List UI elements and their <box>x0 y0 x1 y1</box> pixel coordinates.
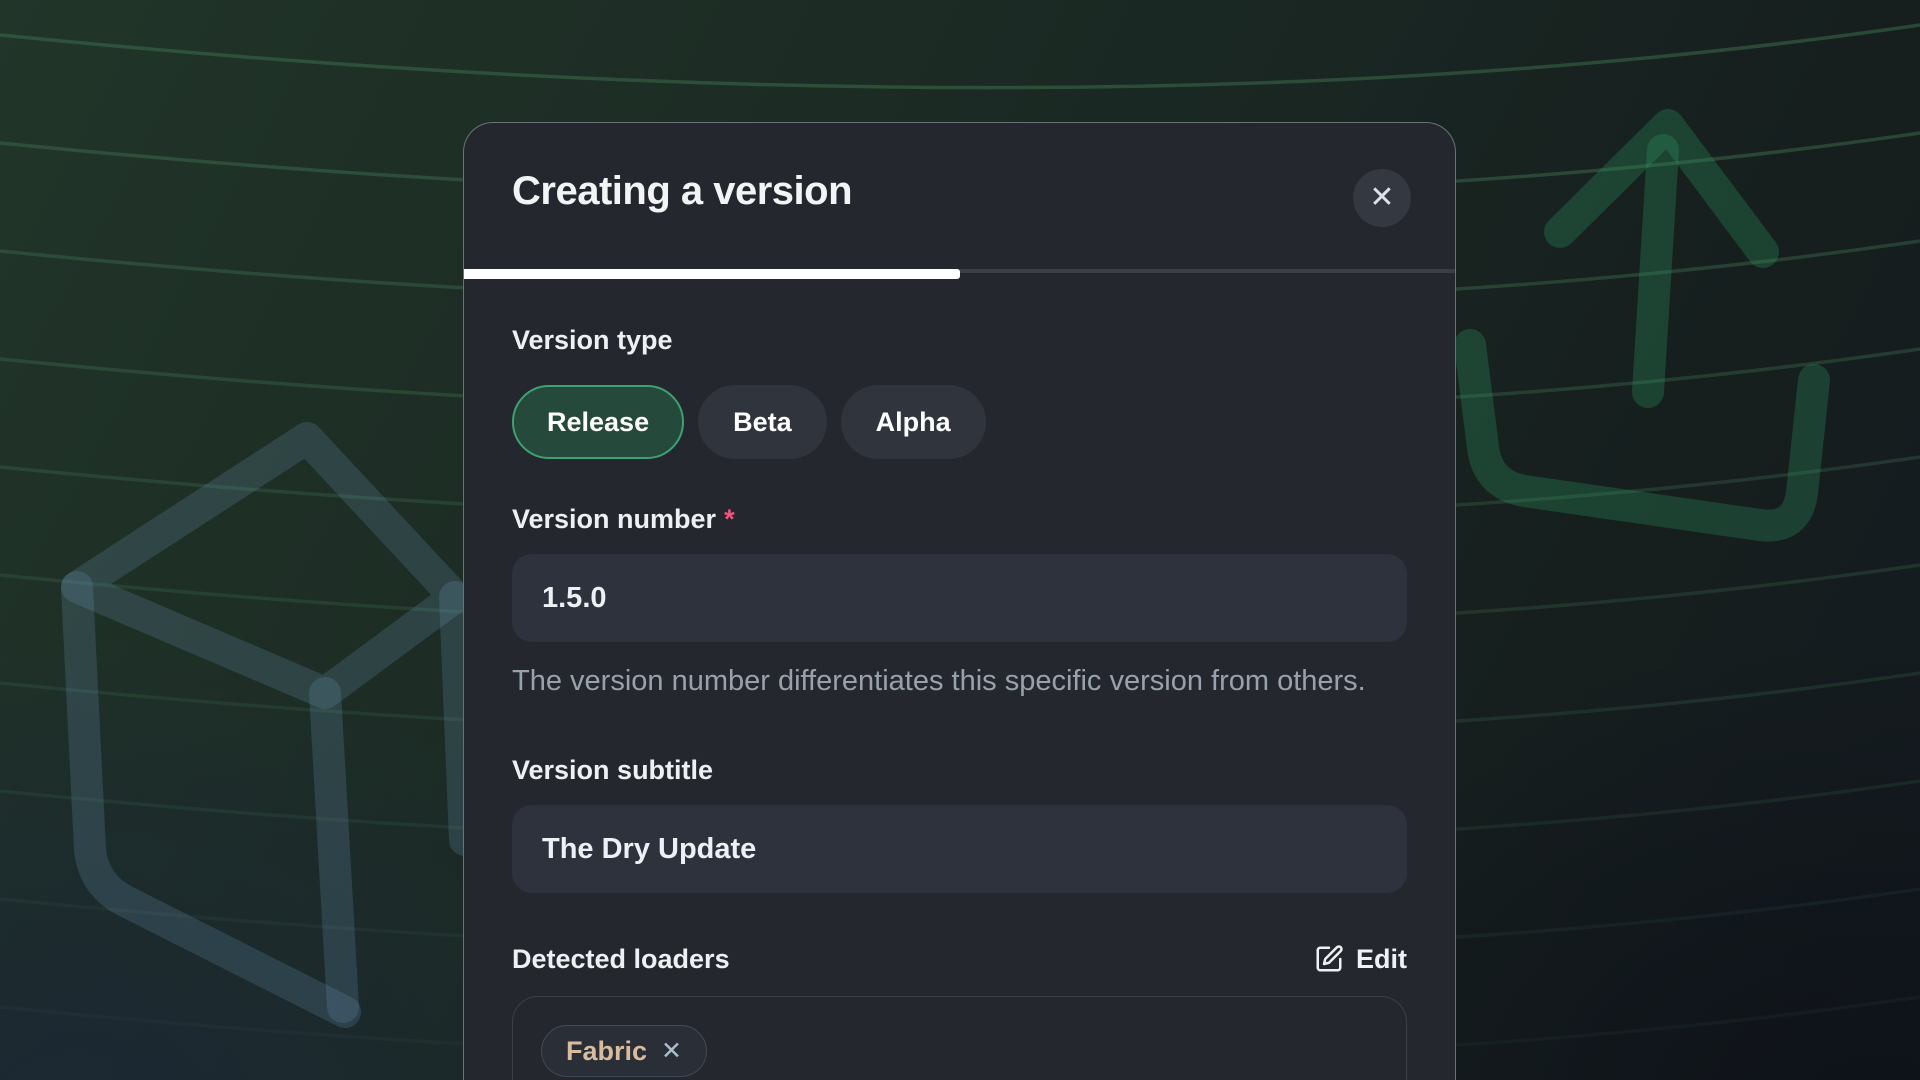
detected-loaders-header: Detected loaders Edit <box>512 942 1407 976</box>
version-number-input[interactable] <box>512 554 1407 642</box>
edit-icon <box>1314 944 1344 974</box>
remove-icon: ✕ <box>661 1037 682 1065</box>
loader-chip-fabric: Fabric ✕ <box>541 1025 707 1077</box>
version-number-field: Version number * The version number diffe… <box>512 502 1407 704</box>
version-number-label-text: Version number <box>512 504 716 534</box>
edit-button-label: Edit <box>1356 944 1407 975</box>
progress-bar <box>464 269 1455 279</box>
version-type-label: Version type <box>512 323 1407 357</box>
version-type-alpha-button[interactable]: Alpha <box>841 385 986 459</box>
version-subtitle-field: Version subtitle <box>512 753 1407 893</box>
close-icon: ✕ <box>1369 169 1394 227</box>
version-number-help-text: The version number differentiates this s… <box>512 659 1372 704</box>
upload-icon <box>1470 125 1814 526</box>
close-button[interactable]: ✕ <box>1353 169 1411 227</box>
version-subtitle-label: Version subtitle <box>512 753 1407 787</box>
modal-body: Version type Release Beta Alpha Version … <box>464 279 1455 1080</box>
edit-loaders-button[interactable]: Edit <box>1314 944 1407 975</box>
detected-loaders-box: Fabric ✕ <box>512 996 1407 1080</box>
version-number-label: Version number * <box>512 502 1407 536</box>
box-icon <box>77 438 465 1012</box>
create-version-modal: Creating a version ✕ Version type Releas… <box>463 122 1456 1080</box>
version-type-release-button[interactable]: Release <box>512 385 684 459</box>
version-type-options: Release Beta Alpha <box>512 385 1407 459</box>
version-subtitle-input[interactable] <box>512 805 1407 893</box>
modal-header: Creating a version ✕ <box>464 123 1455 269</box>
modal-title: Creating a version <box>512 169 1407 214</box>
detected-loaders-label: Detected loaders <box>512 942 730 976</box>
loader-chip-label: Fabric <box>566 1036 647 1067</box>
progress-fill <box>464 269 960 279</box>
remove-loader-button[interactable]: ✕ <box>661 1039 682 1064</box>
required-asterisk: * <box>724 504 735 534</box>
version-type-beta-button[interactable]: Beta <box>698 385 827 459</box>
version-type-field: Version type Release Beta Alpha <box>512 323 1407 459</box>
